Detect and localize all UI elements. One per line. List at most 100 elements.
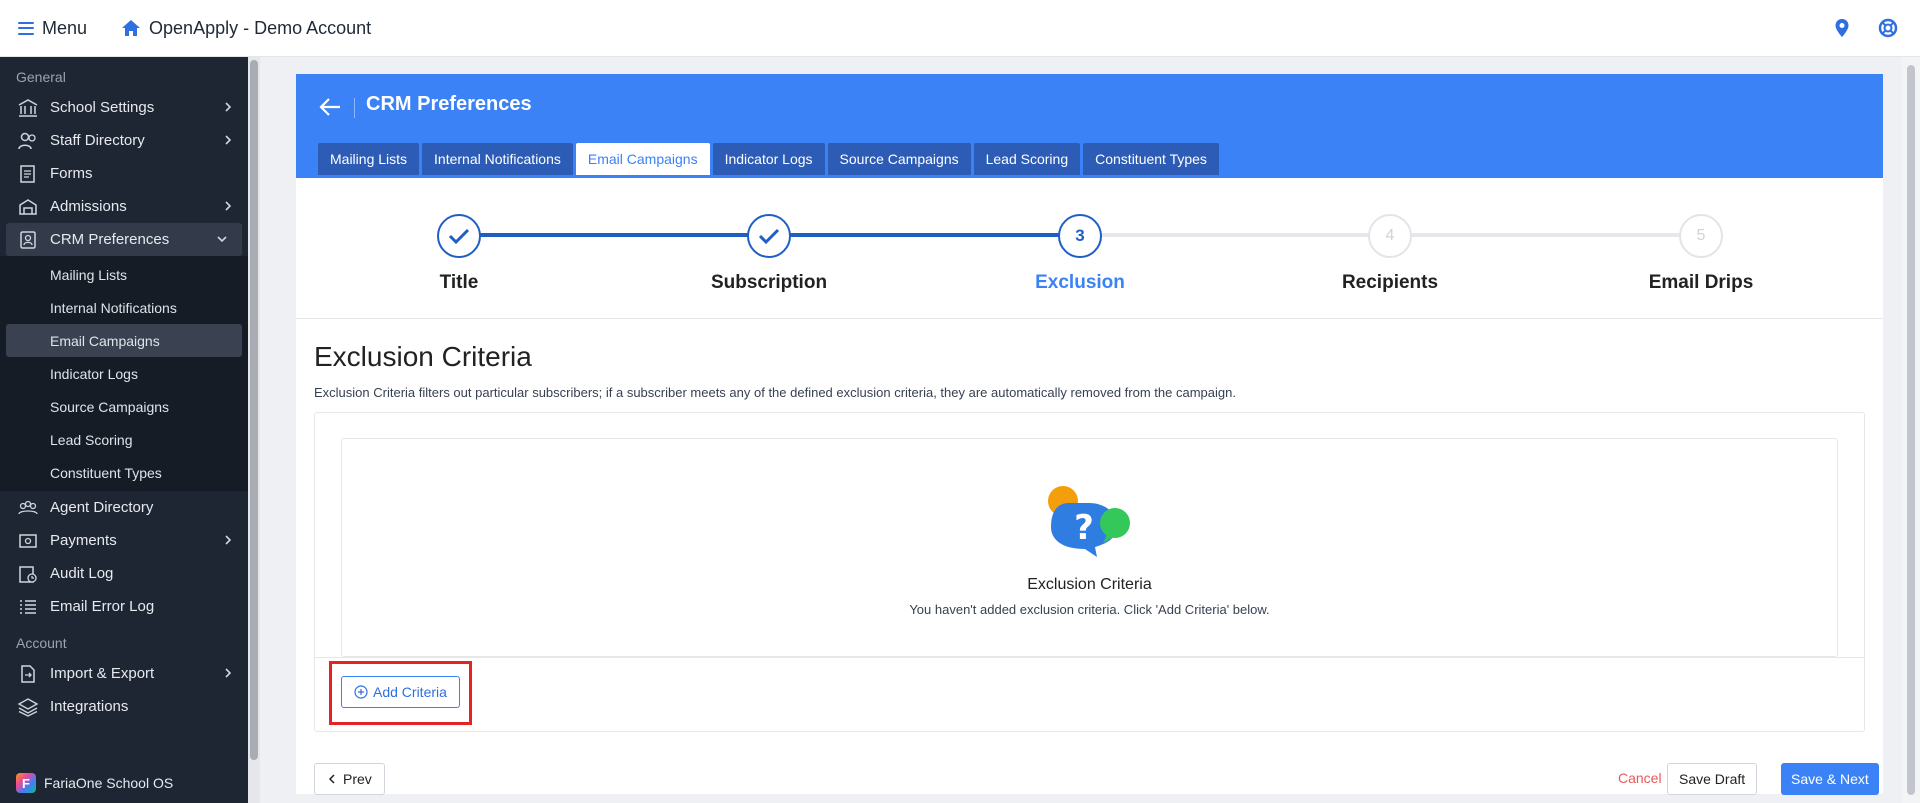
building-icon: [18, 98, 38, 117]
sidebar-item-payments[interactable]: Payments: [0, 524, 248, 557]
sidebar-item-import-export[interactable]: Import & Export: [0, 657, 248, 690]
step-label: Email Drips: [1648, 272, 1754, 293]
sidebar-subitem-mailing-lists[interactable]: Mailing Lists: [0, 258, 248, 291]
audit-log-icon: [19, 565, 37, 583]
step-title[interactable]: Title: [359, 214, 559, 294]
svg-text:?: ?: [1074, 508, 1094, 548]
sidebar-subitem-internal-notifications[interactable]: Internal Notifications: [0, 291, 248, 324]
step-label: Recipients: [1341, 272, 1439, 293]
sidebar-item-school-settings[interactable]: School Settings: [0, 91, 248, 124]
add-criteria-button[interactable]: Add Criteria: [341, 676, 460, 708]
cancel-link[interactable]: Cancel: [1618, 770, 1662, 786]
sidebar-subitem-lead-scoring[interactable]: Lead Scoring: [0, 423, 248, 456]
chevron-right-icon: [225, 201, 232, 211]
add-criteria-label: Add Criteria: [373, 684, 447, 700]
chevron-right-icon: [225, 535, 232, 545]
question-chat-bubbles-icon: ?: [1047, 486, 1130, 557]
menu-button[interactable]: Menu: [18, 18, 87, 39]
sidebar-item-email-error-log[interactable]: Email Error Log: [0, 590, 248, 623]
faria-brand[interactable]: F FariaOne School OS: [16, 773, 173, 793]
sidebar-item-label: Forms: [50, 165, 93, 182]
users-icon: [18, 132, 36, 149]
tab-constituent-types[interactable]: Constituent Types: [1083, 143, 1219, 175]
faria-logo-icon: F: [16, 773, 36, 793]
back-arrow-icon[interactable]: [318, 96, 342, 118]
layers-icon: [17, 697, 39, 717]
chevron-right-icon: [225, 135, 232, 145]
crm-tabs: Mailing Lists Internal Notifications Ema…: [318, 143, 1219, 175]
sidebar-item-audit-log[interactable]: Audit Log: [0, 557, 248, 590]
sidebar-item-label: Agent Directory: [50, 499, 154, 516]
section-description: Exclusion Criteria filters out particula…: [314, 385, 1236, 400]
home-icon: [122, 20, 141, 36]
sidebar-item-label: School Settings: [50, 99, 155, 116]
sidebar-item-staff-directory[interactable]: Staff Directory: [0, 124, 248, 157]
sidebar-item-label: Email Error Log: [50, 598, 155, 615]
main-area: CRM Preferences Mailing Lists Internal N…: [260, 57, 1920, 803]
card-header: CRM Preferences Mailing Lists Internal N…: [296, 74, 1883, 178]
step-exclusion[interactable]: 3 Exclusion: [980, 214, 1180, 294]
sidebar-item-forms[interactable]: Forms: [0, 157, 248, 190]
save-next-button[interactable]: Save & Next: [1781, 763, 1879, 795]
menu-label: Menu: [42, 17, 88, 38]
tab-indicator-logs[interactable]: Indicator Logs: [712, 143, 825, 175]
tab-mailing-lists[interactable]: Mailing Lists: [318, 143, 420, 175]
sidebar-item-agent-directory[interactable]: Agent Directory: [0, 491, 248, 524]
sidebar-subitem-email-campaigns[interactable]: Email Campaigns: [6, 324, 242, 357]
save-draft-button[interactable]: Save Draft: [1667, 763, 1758, 795]
sidebar-item-admissions[interactable]: Admissions: [0, 190, 248, 223]
help-lifebuoy-icon[interactable]: [1878, 18, 1898, 38]
empty-state-panel: ? Exclusion Criteria You haven't added e…: [341, 438, 1838, 657]
sidebar-item-crm-preferences[interactable]: CRM Preferences: [6, 223, 242, 256]
list-icon: [20, 599, 36, 614]
sidebar-scrollbar[interactable]: [248, 57, 260, 803]
sidebar-item-label: Integrations: [50, 698, 129, 715]
chevron-right-icon: [225, 102, 232, 112]
contact-book-icon: [20, 230, 36, 249]
sidebar-subitem-constituent-types[interactable]: Constituent Types: [0, 456, 248, 489]
criteria-box: ? Exclusion Criteria You haven't added e…: [314, 412, 1865, 732]
page-title: CRM Preferences: [366, 93, 532, 115]
check-icon: [758, 228, 780, 245]
hamburger-icon: [18, 21, 34, 35]
step-subscription[interactable]: Subscription: [669, 214, 869, 294]
step-number: 5: [1679, 214, 1723, 258]
step-label: Exclusion: [1035, 272, 1125, 293]
chevron-left-icon: [328, 774, 335, 784]
tab-email-campaigns[interactable]: Email Campaigns: [575, 143, 710, 175]
step-email-drips[interactable]: 5 Email Drips: [1601, 214, 1801, 294]
tab-source-campaigns[interactable]: Source Campaigns: [827, 143, 971, 175]
prev-button[interactable]: Prev: [314, 763, 385, 795]
sidebar-item-label: Staff Directory: [50, 132, 145, 149]
sidebar-item-integrations[interactable]: Integrations: [0, 690, 248, 723]
tab-lead-scoring[interactable]: Lead Scoring: [973, 143, 1081, 175]
sidebar-subitem-indicator-logs[interactable]: Indicator Logs: [0, 357, 248, 390]
sidebar-section-general: General: [16, 69, 66, 85]
chevron-down-icon: [217, 236, 227, 243]
sidebar-subitem-source-campaigns[interactable]: Source Campaigns: [0, 390, 248, 423]
wizard-stepper: Title Subscription 3 Exclusion 4 Recipie…: [296, 178, 1883, 319]
sidebar-section-account: Account: [16, 635, 67, 651]
sidebar: General School Settings Staff Directory …: [0, 57, 260, 803]
import-export-icon: [21, 664, 35, 683]
plus-circle-icon: [354, 685, 368, 699]
app-title-link[interactable]: OpenApply - Demo Account: [121, 18, 371, 39]
empty-state-title: Exclusion Criteria: [1027, 576, 1152, 593]
chevron-right-icon: [225, 668, 232, 678]
check-icon: [448, 228, 470, 245]
top-bar: Menu OpenApply - Demo Account: [0, 0, 1920, 57]
admissions-icon: [19, 198, 37, 215]
sidebar-item-label: Admissions: [50, 198, 127, 215]
location-pin-icon[interactable]: [1832, 18, 1852, 38]
agents-icon: [18, 500, 38, 514]
main-scrollbar[interactable]: [1902, 57, 1920, 803]
section-heading: Exclusion Criteria: [314, 341, 532, 372]
forms-icon: [20, 164, 35, 183]
sidebar-item-label: Audit Log: [50, 565, 114, 582]
app-title: OpenApply - Demo Account: [149, 17, 372, 38]
step-number: 4: [1368, 214, 1412, 258]
step-recipients[interactable]: 4 Recipients: [1290, 214, 1490, 294]
tab-internal-notifications[interactable]: Internal Notifications: [422, 143, 573, 175]
crm-submenu: Mailing Lists Internal Notifications Ema…: [0, 256, 248, 491]
exclusion-content: Exclusion Criteria Exclusion Criteria fi…: [296, 319, 1883, 732]
